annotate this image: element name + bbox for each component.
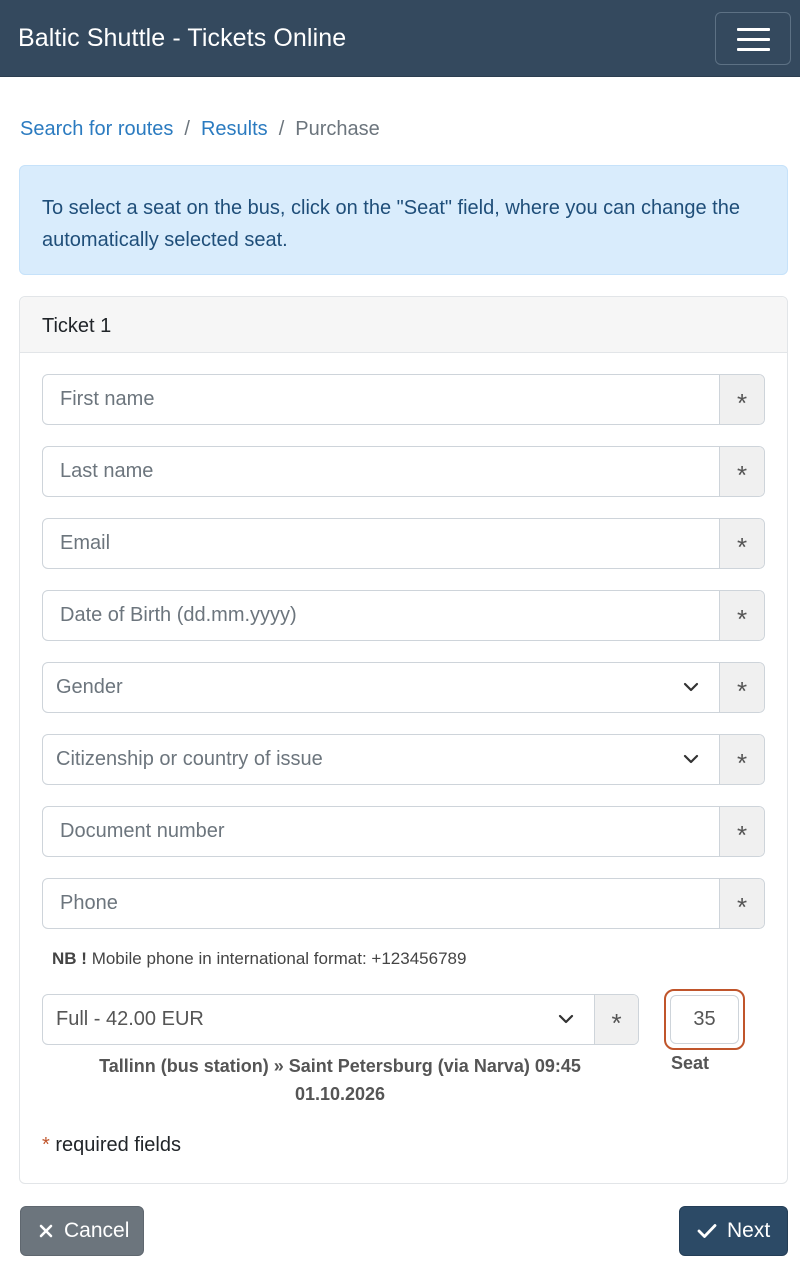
phone-note-text: Mobile phone in international format: +1… [91,949,467,968]
citizenship-field: Citizenship or country of issue * [42,734,765,785]
close-icon [39,1224,53,1238]
alert-text: To select a seat on the bus, click on th… [42,197,740,251]
breadcrumb-search-routes[interactable]: Search for routes [20,118,173,140]
required-asterisk-icon: * [719,807,764,856]
phone-note-label: NB ! [52,949,87,968]
hamburger-icon [737,28,770,31]
hamburger-icon [737,48,770,51]
fare-select-value: Full - 42.00 EUR [56,1008,204,1030]
app-title[interactable]: Baltic Shuttle - Tickets Online [18,24,346,53]
required-asterisk-icon: * [719,447,764,496]
cancel-button-label: Cancel [64,1219,130,1242]
gender-select-value: Gender [56,676,123,698]
required-asterisk-icon: * [719,591,764,640]
chevron-down-icon [558,1014,574,1024]
next-button[interactable]: Next [679,1206,788,1256]
chevron-down-icon [683,682,699,692]
fare-field: Full - 42.00 EUR * [42,994,639,1045]
fare-select[interactable]: Full - 42.00 EUR [43,995,594,1044]
cancel-button[interactable]: Cancel [20,1206,144,1256]
required-note-text: required fields [49,1134,181,1156]
required-asterisk-icon: * [594,995,638,1044]
citizenship-select[interactable]: Citizenship or country of issue [43,735,719,784]
gender-field: Gender * [42,662,765,713]
seat-info-alert: To select a seat on the bus, click on th… [19,165,788,275]
required-asterisk-icon: * [719,375,764,424]
route-info: Tallinn (bus station) » Saint Petersburg… [70,1052,610,1108]
required-asterisk-icon: * [719,879,764,928]
required-asterisk-icon: * [42,1134,50,1156]
hamburger-icon [737,38,770,41]
phone-field: Phone * [42,878,765,929]
last-name-field: Last name * [42,446,765,497]
required-asterisk-icon: * [719,663,764,712]
navbar: Baltic Shuttle - Tickets Online [0,0,800,77]
email-input[interactable]: Email [43,519,719,568]
last-name-input[interactable]: Last name [43,447,719,496]
route-line: Tallinn (bus station) » Saint Petersburg… [99,1056,581,1076]
phone-input[interactable]: Phone [43,879,719,928]
required-asterisk-icon: * [719,735,764,784]
breadcrumb-results[interactable]: Results [201,118,268,140]
gender-select[interactable]: Gender [43,663,719,712]
breadcrumb-current: Purchase [295,118,380,140]
breadcrumb: Search for routes / Results / Purchase [20,118,380,141]
next-button-label: Next [727,1219,771,1242]
chevron-down-icon [683,754,699,764]
first-name-input[interactable]: First name [43,375,719,424]
breadcrumb-separator: / [278,118,285,140]
dob-input[interactable]: Date of Birth (dd.mm.yyyy) [43,591,719,640]
ticket-card-header: Ticket 1 [20,297,787,353]
document-number-field: Document number * [42,806,765,857]
required-asterisk-icon: * [719,519,764,568]
seat-label: Seat [671,1053,710,1073]
dob-field: Date of Birth (dd.mm.yyyy) * [42,590,765,641]
menu-toggle-button[interactable] [715,12,791,65]
citizenship-select-value: Citizenship or country of issue [56,748,323,770]
route-date: 01.10.2026 [294,1084,386,1104]
breadcrumb-separator: / [184,118,190,140]
first-name-field: First name * [42,374,765,425]
document-number-input[interactable]: Document number [43,807,719,856]
email-field: Email * [42,518,765,569]
seat-input[interactable]: 35 [670,995,739,1044]
phone-format-note: NB ! Mobile phone in international forma… [52,949,466,969]
required-fields-note: * required fields [42,1134,181,1157]
checkmark-icon [697,1224,717,1238]
